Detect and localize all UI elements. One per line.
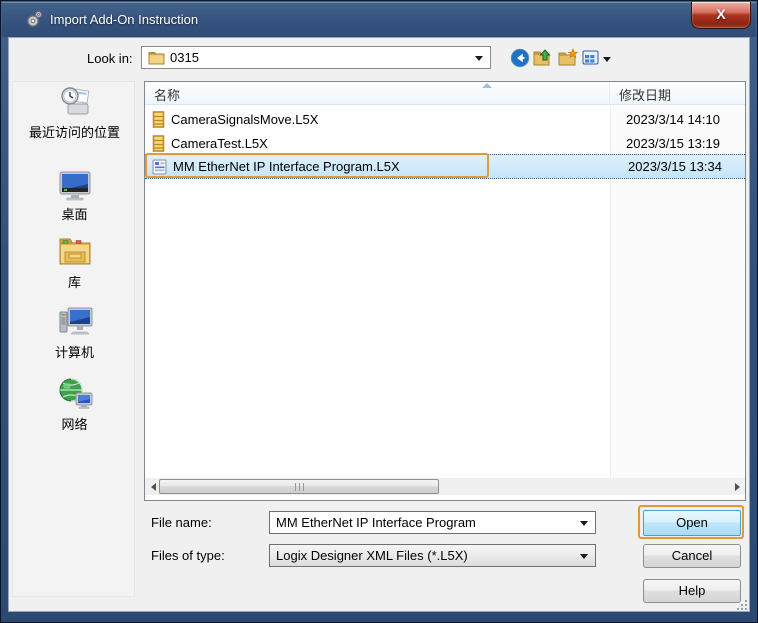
folder-icon — [148, 52, 165, 65]
close-button[interactable]: X — [691, 2, 751, 29]
libraries-icon — [59, 238, 90, 265]
network-icon — [59, 378, 92, 409]
sidebar-item-libraries[interactable]: 库 — [13, 234, 136, 291]
chevron-down-icon — [580, 554, 588, 559]
list-header: 名称 修改日期 — [145, 82, 745, 105]
sidebar-item-desktop[interactable]: 桌面 — [13, 168, 136, 223]
recent-places-icon — [60, 87, 89, 115]
horizontal-scrollbar[interactable] — [145, 478, 745, 495]
import-addon-dialog: Import Add-On Instruction X Look in: 031… — [0, 0, 758, 623]
look-in-label: Look in: — [87, 51, 133, 66]
computer-icon — [59, 307, 92, 335]
file-row[interactable]: CameraSignalsMove.L5X 2023/3/14 14:10 — [145, 107, 745, 131]
sidebar-item-label: 最近访问的位置 — [28, 125, 120, 140]
files-of-type-dropdown[interactable]: Logix Designer XML Files (*.L5X) — [269, 544, 596, 567]
chevron-down-icon — [475, 56, 483, 61]
file-date: 2023/3/15 13:19 — [626, 135, 720, 151]
file-name-label: File name: — [151, 515, 212, 530]
chevron-down-icon — [580, 521, 588, 526]
file-date: 2023/3/15 13:34 — [628, 159, 722, 174]
file-date: 2023/3/14 14:10 — [626, 111, 720, 127]
ladder-file-icon — [152, 134, 165, 152]
sidebar-item-label: 桌面 — [61, 207, 88, 222]
sidebar-item-label: 计算机 — [54, 345, 94, 360]
places-bar: 最近访问的位置 桌面 库 计算机 网络 — [12, 81, 135, 597]
column-header-name[interactable]: 名称 — [145, 82, 610, 104]
file-name-value: MM EtherNet IP Interface Program — [276, 515, 476, 530]
desktop-icon — [59, 171, 90, 201]
sidebar-item-label: 网络 — [61, 417, 88, 432]
resize-grip-icon[interactable] — [736, 599, 748, 611]
new-folder-button[interactable] — [557, 48, 579, 68]
file-name: CameraSignalsMove.L5X — [171, 111, 319, 127]
arrow-left-icon — [150, 482, 156, 491]
file-name: CameraTest.L5X — [171, 135, 268, 151]
title-bar[interactable]: Import Add-On Instruction — [2, 2, 756, 37]
column-header-date[interactable]: 修改日期 — [610, 82, 745, 104]
scroll-right-button[interactable] — [729, 478, 745, 495]
look-in-dropdown[interactable]: 0315 — [141, 46, 491, 69]
window-title: Import Add-On Instruction — [50, 12, 199, 27]
cancel-button[interactable]: Cancel — [643, 544, 741, 568]
app-gear-icon — [27, 10, 43, 27]
aoi-file-icon — [152, 159, 167, 174]
open-button[interactable]: Open — [643, 510, 741, 536]
sidebar-item-label: 库 — [67, 275, 81, 290]
file-name-input[interactable]: MM EtherNet IP Interface Program — [269, 511, 596, 534]
view-menu-caret-icon[interactable] — [603, 57, 611, 62]
sidebar-item-computer[interactable]: 计算机 — [13, 304, 136, 361]
look-in-value: 0315 — [170, 50, 199, 65]
file-row[interactable]: CameraTest.L5X 2023/3/15 13:19 — [145, 131, 745, 155]
arrow-right-icon — [734, 482, 740, 491]
files-of-type-value: Logix Designer XML Files (*.L5X) — [276, 548, 468, 563]
grip-icon — [294, 482, 304, 491]
file-row-selected[interactable]: MM EtherNet IP Interface Program.L5X 202… — [145, 154, 745, 179]
sidebar-item-network[interactable]: 网络 — [13, 376, 136, 433]
sidebar-item-recent-places[interactable]: 最近访问的位置 — [13, 86, 136, 141]
file-list: 名称 修改日期 CameraSignalsMove.L5X 2023/3/14 … — [144, 81, 746, 501]
files-of-type-label: Files of type: — [151, 548, 225, 563]
help-button[interactable]: Help — [643, 579, 741, 603]
ladder-file-icon — [152, 110, 165, 128]
sort-ascending-icon — [482, 83, 492, 88]
file-name: MM EtherNet IP Interface Program.L5X — [173, 159, 400, 174]
up-one-level-button[interactable] — [532, 48, 554, 68]
view-menu-button[interactable] — [582, 48, 600, 68]
back-button[interactable] — [509, 48, 531, 68]
scrollbar-thumb[interactable] — [159, 479, 439, 494]
